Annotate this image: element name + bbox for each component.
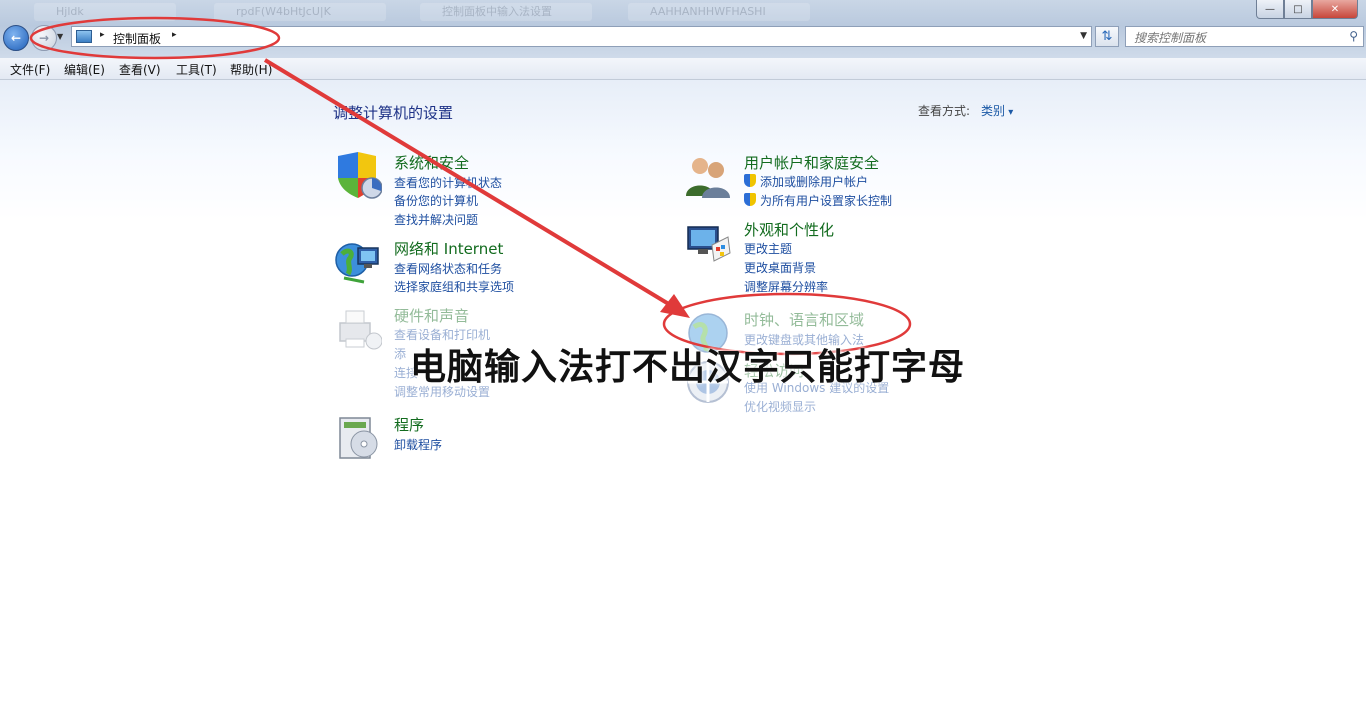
category-title[interactable]: 网络和 Internet [394,238,503,259]
breadcrumb-separator-icon[interactable]: ▸ [172,30,177,40]
maximize-button[interactable]: □ [1284,0,1312,19]
category-link[interactable]: 查看您的计算机状态 [394,174,502,191]
programs-disc-icon [339,417,378,459]
category-link[interactable]: 查找并解决问题 [394,211,478,228]
category-link[interactable]: 为所有用户设置家长控制 [760,192,892,209]
refresh-button[interactable]: ⇅ [1095,26,1119,47]
category-link[interactable]: 更改主题 [744,240,792,257]
uac-shield-icon [744,174,756,187]
category-link[interactable]: 更改桌面背景 [744,259,816,276]
category-link[interactable]: 添 [394,345,406,362]
menu-file[interactable]: 文件(F) [10,61,50,78]
background-tab: 控制面板中输入法设置 [420,3,592,21]
shield-icon [338,152,382,199]
category-title[interactable]: 硬件和声音 [394,305,469,326]
address-bar[interactable]: ▸ 控制面板 ▸ ▼ [71,26,1092,47]
category-title[interactable]: 系统和安全 [394,152,469,173]
breadcrumb-control-panel[interactable]: 控制面板 [113,30,161,47]
back-button[interactable]: ← [3,25,29,51]
refresh-icon: ⇅ [1101,29,1113,44]
search-icon[interactable]: ⚲ [1349,29,1358,43]
content-header-background [0,80,1366,220]
monitor-palette-icon [687,226,731,262]
maximize-icon: □ [1293,3,1303,15]
category-link[interactable]: 优化视频显示 [744,398,816,415]
forward-button[interactable]: → [31,25,57,51]
view-by-dropdown[interactable]: 类别 [981,102,1013,119]
close-button[interactable]: ✕ [1312,0,1358,19]
search-box[interactable]: ⚲ [1125,26,1364,48]
globe-network-icon [335,243,379,284]
search-input[interactable] [1126,27,1346,48]
minimize-button[interactable]: — [1256,0,1284,19]
breadcrumb-separator-icon[interactable]: ▸ [100,30,105,40]
menu-edit[interactable]: 编辑(E) [64,61,105,78]
category-link[interactable]: 查看网络状态和任务 [394,260,502,277]
users-icon [686,158,730,198]
menu-view[interactable]: 查看(V) [119,61,161,78]
view-by-label: 查看方式: [918,104,971,118]
category-link[interactable]: 备份您的计算机 [394,192,478,209]
back-arrow-icon: ← [10,31,22,45]
caption-overlay: 电脑输入法打不出汉字只能打字母 [410,347,966,388]
category-link[interactable]: 调整屏幕分辨率 [744,278,828,295]
category-link[interactable]: 添加或删除用户帐户 [760,173,868,190]
category-link[interactable]: 卸载程序 [394,436,442,453]
category-title[interactable]: 程序 [394,414,424,435]
menu-bar: 文件(F) 编辑(E) 查看(V) 工具(T) 帮助(H) [0,58,1366,80]
uac-shield-icon [744,193,756,206]
background-tab: Hjldk [34,3,176,21]
close-icon: ✕ [1330,3,1340,15]
background-tab: AAHHANHHWFHASHI [628,3,810,21]
minimize-icon: — [1265,3,1275,15]
window-controls: — □ ✕ [1256,0,1358,19]
title-bar: Hjldk rpdF(W4bHtJcU|K 控制面板中输入法设置 AAHHANH… [0,0,1366,58]
background-tab: rpdF(W4bHtJcU|K [214,3,386,21]
category-title[interactable]: 外观和个性化 [744,219,834,240]
recent-pages-dropdown[interactable]: ▼ [57,32,63,41]
forward-arrow-icon: → [38,31,50,45]
printer-icon [339,310,382,350]
address-dropdown-icon[interactable]: ▼ [1080,31,1087,41]
category-link[interactable]: 选择家庭组和共享选项 [394,278,514,295]
category-title[interactable]: 时钟、语言和区域 [744,309,864,330]
category-title[interactable]: 用户帐户和家庭安全 [744,152,879,173]
menu-help[interactable]: 帮助(H) [230,61,272,78]
page-title: 调整计算机的设置 [333,104,454,122]
menu-tools[interactable]: 工具(T) [176,61,217,78]
control-panel-icon [76,30,92,43]
